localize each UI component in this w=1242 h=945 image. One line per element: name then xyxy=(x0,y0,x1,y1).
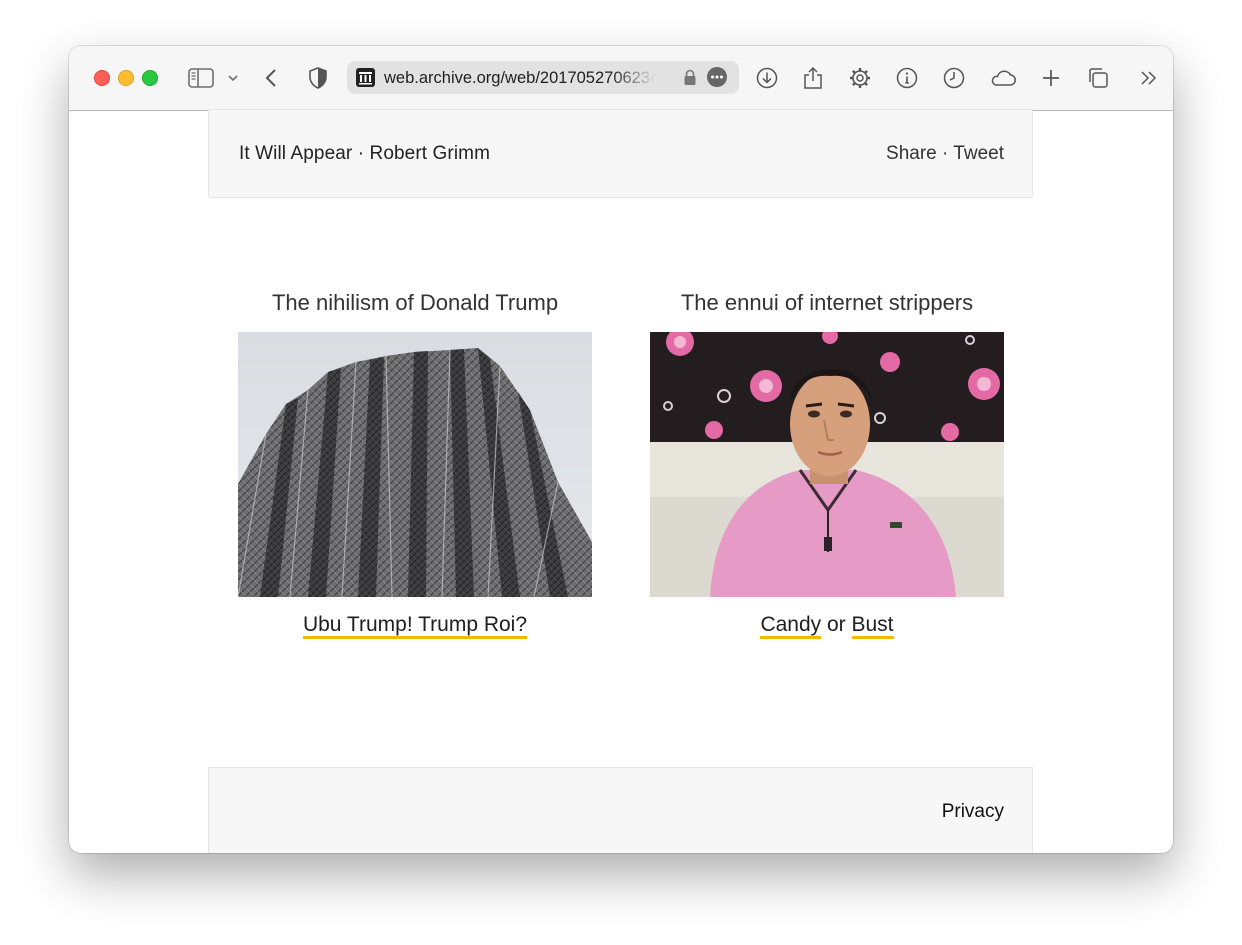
man-in-pink-sweater-photo[interactable] xyxy=(650,332,1004,597)
info-icon[interactable] xyxy=(892,63,922,93)
article-caption: Ubu Trump! Trump Roi? xyxy=(238,613,592,639)
article-caption: Candy or Bust xyxy=(650,613,1004,639)
site-footer: Privacy xyxy=(208,767,1033,853)
site-title[interactable]: It Will Appear · Robert Grimm xyxy=(239,143,490,165)
header-links: Share · Tweet xyxy=(886,143,1004,165)
article-link[interactable]: Ubu Trump! Trump Roi? xyxy=(302,613,528,639)
share-icon[interactable] xyxy=(798,63,828,93)
back-icon[interactable] xyxy=(256,63,286,93)
browser-toolbar: web.archive.org/web/20170527062344 xyxy=(69,46,1173,111)
chevron-down-icon[interactable] xyxy=(219,63,247,93)
sidebar-icon[interactable] xyxy=(186,63,216,93)
article-link-bust[interactable]: Bust xyxy=(851,613,894,639)
caption-connector: or xyxy=(821,613,852,636)
url-fade xyxy=(611,65,667,91)
privacy-link[interactable]: Privacy xyxy=(942,801,1004,823)
archive-site-icon xyxy=(356,68,375,87)
close-window-button[interactable] xyxy=(94,70,110,86)
zoom-window-button[interactable] xyxy=(142,70,158,86)
download-icon[interactable] xyxy=(752,63,782,93)
article-link-candy[interactable]: Candy xyxy=(760,613,822,639)
shield-icon[interactable] xyxy=(303,63,333,93)
browser-window: web.archive.org/web/20170527062344 It Wi… xyxy=(69,46,1173,853)
share-link[interactable]: Share xyxy=(886,143,937,164)
tabs-icon[interactable] xyxy=(1083,63,1113,93)
site-header: It Will Appear · Robert Grimm Share · Tw… xyxy=(208,109,1033,198)
address-bar[interactable]: web.archive.org/web/20170527062344 xyxy=(347,61,739,94)
gear-icon[interactable] xyxy=(845,63,875,93)
more-icon[interactable] xyxy=(707,67,727,87)
header-separator: · xyxy=(936,143,954,164)
minimize-window-button[interactable] xyxy=(118,70,134,86)
article-title: The nihilism of Donald Trump xyxy=(271,290,559,315)
overflow-icon[interactable] xyxy=(1134,63,1164,93)
lock-icon xyxy=(683,69,697,91)
skyscraper-photo[interactable] xyxy=(238,332,592,597)
tweet-link[interactable]: Tweet xyxy=(953,143,1004,164)
article-title: The ennui of internet strippers xyxy=(680,290,974,315)
history-icon[interactable] xyxy=(939,63,969,93)
plus-icon[interactable] xyxy=(1036,63,1066,93)
cloud-icon[interactable] xyxy=(987,63,1019,93)
web-page: It Will Appear · Robert Grimm Share · Tw… xyxy=(69,109,1173,853)
